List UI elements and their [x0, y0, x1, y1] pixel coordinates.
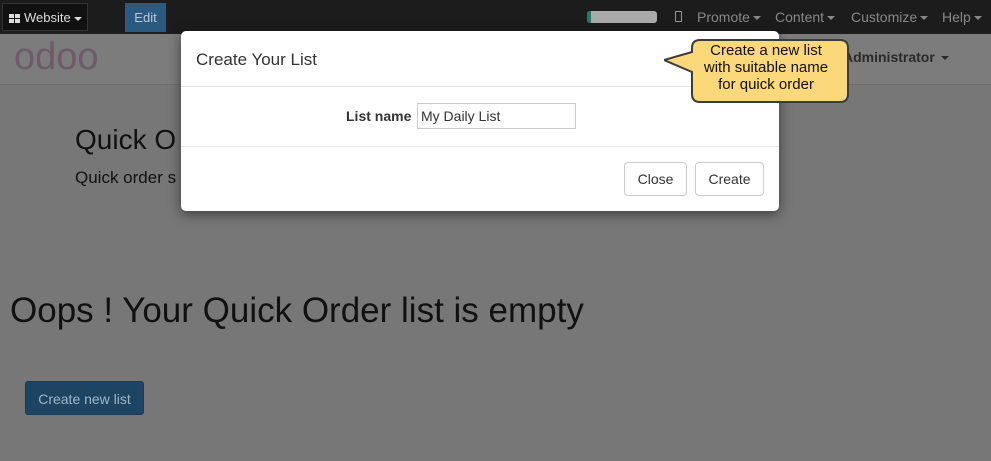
chevron-down-icon — [973, 16, 982, 21]
list-name-input[interactable] — [417, 103, 576, 129]
logo-text: odoo — [14, 40, 99, 76]
chevron-down-icon — [752, 16, 761, 21]
menu-help[interactable]: Help — [942, 0, 982, 34]
apps-grid-icon — [9, 14, 20, 23]
chevron-down-icon — [940, 56, 949, 61]
mobile-preview-icon[interactable] — [675, 11, 682, 22]
callout-line: with suitable name — [703, 59, 829, 76]
edit-button[interactable]: Edit — [125, 3, 166, 32]
chevron-down-icon — [920, 16, 929, 21]
user-menu[interactable]: Administrator — [843, 49, 949, 65]
modal-divider — [181, 146, 779, 147]
odoo-logo[interactable]: odoo — [14, 40, 124, 76]
menu-help-label: Help — [942, 9, 971, 25]
modal-title: Create Your List — [196, 50, 317, 69]
website-menu-label: Website — [24, 10, 71, 25]
create-button[interactable]: Create — [695, 162, 764, 196]
menu-content[interactable]: Content — [775, 0, 836, 34]
menu-promote-label: Promote — [697, 9, 750, 25]
callout-line: for quick order — [718, 76, 814, 93]
menu-promote[interactable]: Promote — [697, 0, 761, 34]
chevron-down-icon — [827, 16, 836, 21]
website-menu[interactable]: Website — [2, 3, 88, 31]
page-subtitle: Quick order s — [75, 168, 177, 187]
menu-customize[interactable]: Customize — [851, 0, 929, 34]
loading-progress-bar — [587, 11, 657, 23]
admin-topbar: Website Edit Promote Content Customize H… — [0, 0, 991, 34]
callout-text: Create a new list with suitable name for… — [690, 42, 842, 93]
list-name-label: List name — [346, 108, 412, 124]
callout-line: Create a new list — [710, 42, 822, 59]
menu-content-label: Content — [775, 9, 825, 25]
empty-list-message: Oops ! Your Quick Order list is empty — [10, 291, 584, 330]
create-new-list-button[interactable]: Create new list — [25, 381, 144, 415]
menu-customize-label: Customize — [851, 9, 918, 25]
chevron-down-icon — [73, 16, 82, 21]
page-title: Quick O — [75, 124, 177, 155]
close-button[interactable]: Close — [624, 162, 687, 196]
progress-fill — [587, 11, 591, 23]
user-name: Administrator — [843, 49, 935, 65]
